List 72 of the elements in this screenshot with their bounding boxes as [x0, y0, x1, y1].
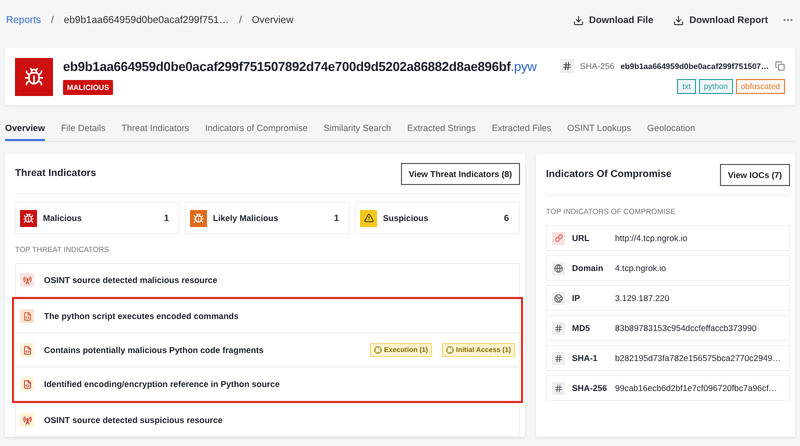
ioc-row[interactable]: URL http://4.tcp.ngrok.io [546, 225, 790, 251]
severity-label: Likely Malicious [213, 213, 280, 223]
file-tag: python [698, 79, 733, 94]
indicator-row[interactable]: OSINT source detected malicious resource [15, 263, 520, 297]
ioc-value: 4.tcp.ngrok.io [615, 263, 666, 273]
breadcrumb-item: eb9b1aa664959d0be0acaf299f751… [64, 14, 229, 26]
severity-count: 6 [504, 213, 509, 223]
file-tag: txt [677, 79, 696, 94]
tab[interactable]: Extracted Strings [407, 123, 476, 141]
severity-label: Malicious [43, 213, 83, 223]
tab[interactable]: Threat Indicators [122, 123, 190, 141]
ioc-value: http://4.tcp.ngrok.io [615, 233, 688, 243]
view-iocs-button[interactable]: View IOCs (7) [720, 164, 790, 186]
crosshair-icon [446, 346, 454, 354]
breadcrumb-item: Overview [252, 14, 294, 26]
tab[interactable]: Geolocation [647, 123, 696, 141]
ioc-value: b282195d73fa782e156575bca2770c2949… [615, 353, 781, 363]
ioc-row[interactable]: MD5 83b89783153c954dccfeffaccb373990 [546, 315, 790, 341]
ioc-type: Domain [572, 263, 604, 273]
hash-icon [552, 322, 565, 334]
crosshair-icon [374, 346, 382, 354]
ioc-type: SHA-1 [572, 353, 599, 363]
tab[interactable]: Extracted Files [492, 123, 552, 141]
ioc-type: SHA-256 [572, 383, 608, 393]
ioc-type: MD5 [572, 323, 591, 333]
hash-label: SHA-256 [580, 61, 614, 71]
hash-icon [560, 59, 574, 73]
ioc-type: URL [572, 233, 590, 243]
panel-title: Indicators Of Compromise [546, 169, 672, 180]
indicator-row[interactable]: The python script executes encoded commands [15, 299, 520, 333]
copy-icon[interactable] [775, 61, 785, 71]
download-button[interactable]: Download Report [667, 14, 774, 26]
indicator-text: OSINT source detected malicious resource [44, 275, 218, 285]
tab[interactable]: File Details [61, 123, 106, 141]
indicator-row[interactable]: Identified encoding/encryption reference in Python source [15, 367, 520, 401]
indicator-text: The python script executes encoded commands [44, 311, 240, 321]
severity-label: Suspicious [383, 213, 430, 223]
tab[interactable]: OSINT Lookups [567, 123, 632, 141]
download-icon [673, 14, 684, 26]
indicator-row[interactable]: OSINT source detected suspicious resource [15, 403, 520, 437]
severity-count: 1 [334, 213, 339, 223]
breadcrumb-separator: / [238, 14, 242, 26]
indicator-text: Contains potentially malicious Python code fragments [44, 345, 265, 355]
tab[interactable]: Similarity Search [324, 123, 392, 141]
indicator-text: OSINT source detected suspicious resource [44, 415, 224, 425]
indicator-text: Identified encoding/encryption reference in Python source [44, 379, 281, 389]
download-button[interactable]: Download File [566, 14, 660, 26]
ioc-type: IP [572, 293, 582, 303]
file-name: eb9b1aa664959d0be0acaf299f751507892d74e700d9d5202a86882d8ae896bf.pyw [63, 58, 537, 74]
bug-icon [15, 58, 53, 96]
ioc-value: 83b89783153c954dccfeffaccb373990 [615, 323, 757, 333]
breadcrumb-link[interactable]: Reports [6, 14, 42, 26]
download-icon [572, 14, 584, 26]
globe-icon [552, 262, 565, 274]
ioc-value: 3.129.187.220 [615, 293, 670, 303]
ioc-value: 99cab16ecb6d2bf1e7cf096720fbc7a96cf… [615, 383, 778, 393]
tab[interactable]: Indicators of Compromise [205, 123, 308, 141]
tab[interactable]: Overview [5, 123, 46, 141]
ioc-row[interactable]: Domain 4.tcp.ngrok.io [546, 255, 790, 281]
ioc-row[interactable]: SHA-256 99cab16ecb6d2bf1e7cf096720fbc7a96cf… [546, 375, 790, 401]
panel-title: Threat Indicators [15, 168, 96, 179]
hash-value: eb9b1aa664959d0be0acaf299f751507… [620, 62, 769, 70]
hash-icon [552, 352, 565, 364]
view-threat-indicators-button[interactable]: View Threat Indicators (8) [400, 162, 520, 184]
globe-icon [552, 292, 565, 304]
ioc-row[interactable]: SHA-1 b282195d73fa782e156575bca2770c2949… [546, 345, 790, 371]
hash-icon [552, 382, 565, 394]
link-icon [552, 232, 565, 244]
file-tag: obfuscated [736, 79, 785, 94]
ioc-row[interactable]: IP 3.129.187.220 [546, 285, 790, 311]
breadcrumb-separator: / [51, 14, 54, 26]
severity-count: 1 [164, 213, 169, 223]
